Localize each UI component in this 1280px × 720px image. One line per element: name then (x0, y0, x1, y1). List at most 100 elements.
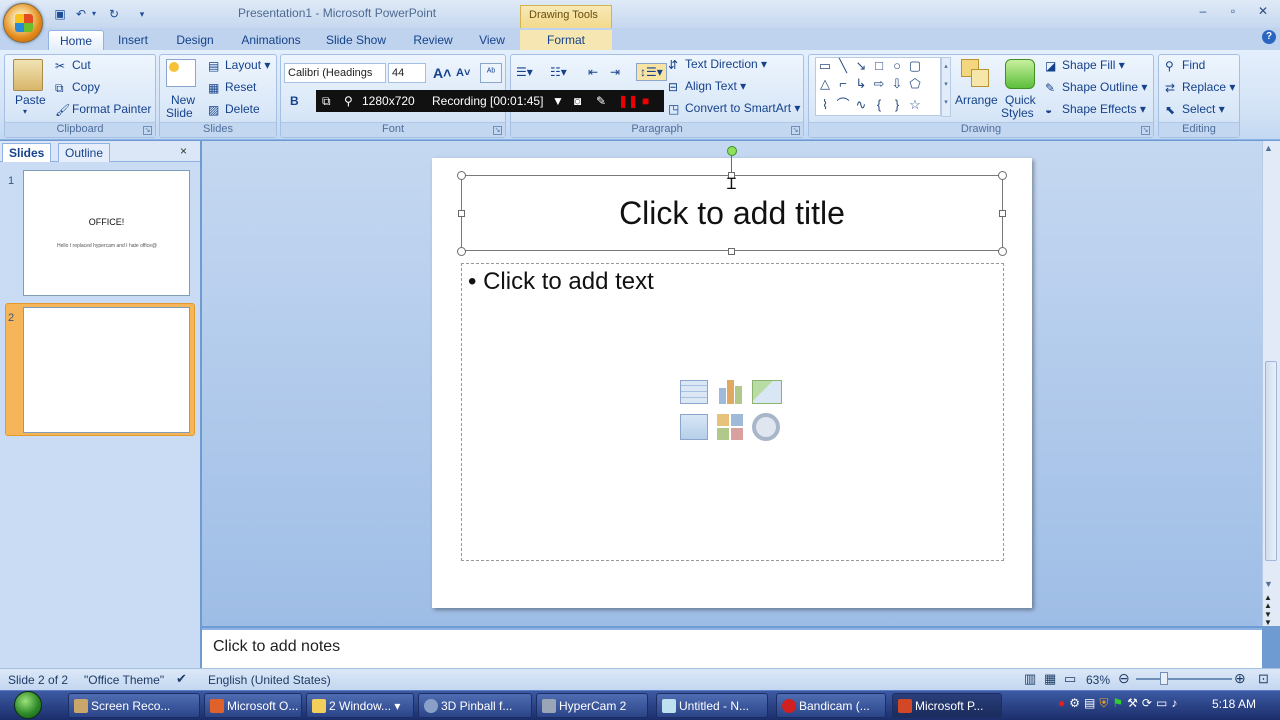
numbering-icon[interactable]: ☷▾ (550, 65, 567, 79)
left-brace-icon[interactable]: { (870, 97, 888, 115)
resize-handle-tl[interactable] (457, 171, 466, 180)
oval-shape-icon[interactable]: ○ (888, 58, 906, 76)
copy-button[interactable]: ⧉ Copy (55, 80, 100, 95)
camera-icon[interactable]: ◙ (574, 94, 581, 108)
clear-formatting-icon[interactable]: ᴬᵇ (480, 63, 502, 83)
font-size-box[interactable]: 44 (388, 63, 426, 83)
curve-connector-icon[interactable]: ⌇ (816, 97, 834, 115)
find-button[interactable]: ⚲ Find (1165, 58, 1205, 73)
redo-icon[interactable]: ↻ (106, 5, 122, 23)
tab-home[interactable]: Home (48, 30, 104, 50)
pause-icon[interactable]: ❚❚ (618, 94, 638, 108)
insert-smartart-icon[interactable] (752, 380, 782, 408)
arc-shape-icon[interactable]: ⌒ (834, 94, 852, 112)
taskbar-item-notepad[interactable]: Untitled - N... (656, 693, 768, 718)
tab-slides[interactable]: Slides (2, 143, 52, 162)
cut-button[interactable]: ✂ Cut (55, 58, 91, 73)
shapes-more-icon[interactable]: ▴ ▾ ▾ (941, 57, 951, 117)
insert-media-icon[interactable] (752, 413, 782, 441)
flag-tray-icon[interactable]: ⚑ (1112, 696, 1127, 710)
pencil-icon[interactable]: ✎ (596, 94, 606, 108)
zoom-level[interactable]: 63% (1086, 673, 1110, 687)
undo-dropdown-icon[interactable]: ▾ (89, 5, 99, 23)
volume-tray-icon[interactable]: ♪ (1171, 696, 1181, 710)
curve-shape-icon[interactable]: ∿ (852, 97, 870, 115)
language-status[interactable]: English (United States) (208, 673, 331, 687)
tab-format[interactable]: Format (520, 30, 612, 50)
fit-to-window-icon[interactable]: ⊡ (1258, 671, 1269, 687)
zoom-in-icon[interactable]: ⊕ (1234, 670, 1246, 687)
network-tray-icon[interactable]: ▤ (1084, 696, 1099, 710)
elbow-connector-icon[interactable]: ⌐ (834, 76, 852, 94)
taskbar-item-bandicam[interactable]: Bandicam (... (776, 693, 886, 718)
zoom-slider-track[interactable] (1136, 678, 1232, 680)
taskbar-item-windows-group[interactable]: 2 Window... ▾ (306, 693, 414, 718)
replace-button[interactable]: ⇄ Replace ▾ (1165, 80, 1235, 95)
new-slide-line1[interactable]: New (171, 93, 195, 107)
resize-handle-l[interactable] (458, 210, 465, 217)
minimize-button[interactable]: – (1192, 4, 1214, 20)
scroll-thumb[interactable] (1265, 361, 1277, 561)
close-button[interactable]: ✕ (1252, 4, 1274, 20)
sync-tray-icon[interactable]: ⟳ (1142, 696, 1156, 710)
text-direction-button[interactable]: ⇵ Text Direction ▾ (668, 57, 767, 72)
taskbar-item-microsoft-office[interactable]: Microsoft O... (204, 693, 302, 718)
spelling-icon[interactable]: ✔ (176, 671, 187, 687)
right-arrow-shape-icon[interactable]: ⇨ (870, 76, 888, 94)
undo-icon[interactable]: ↶ (73, 5, 89, 23)
font-launcher-icon[interactable]: ↘ (493, 126, 502, 135)
insert-picture-icon[interactable] (680, 414, 710, 442)
bold-icon[interactable]: B (290, 94, 299, 108)
bullets-icon[interactable]: ☰▾ (516, 65, 533, 79)
taskbar-item-screen-recorder[interactable]: Screen Reco... (68, 693, 200, 718)
shield-tray-icon[interactable]: ⛨ (1099, 696, 1112, 710)
shape-effects-button[interactable]: ◒ Shape Effects ▾ (1045, 102, 1146, 117)
align-text-button[interactable]: ⊟ Align Text ▾ (668, 79, 746, 94)
scroll-up-icon[interactable]: ▲ (1264, 143, 1273, 153)
next-slide-icon[interactable]: ▼ ▼ (1264, 611, 1272, 627)
convert-smartart-button[interactable]: ◳ Convert to SmartArt ▾ (668, 101, 800, 116)
elbow-arrow-icon[interactable]: ↳ (852, 76, 870, 94)
help-icon[interactable]: ? (1262, 30, 1276, 44)
rotation-handle[interactable] (727, 146, 737, 156)
right-brace-icon[interactable]: } (888, 97, 906, 115)
rectangle-shape-icon[interactable]: □ (870, 58, 888, 76)
drawing-launcher-icon[interactable]: ↘ (1141, 126, 1150, 135)
slide-show-view-icon[interactable]: ▭ (1064, 671, 1076, 687)
paragraph-launcher-icon[interactable]: ↘ (791, 126, 800, 135)
resize-handle-b[interactable] (728, 248, 735, 255)
taskbar-item-hypercam[interactable]: HyperCam 2 (536, 693, 648, 718)
triangle-shape-icon[interactable]: △ (816, 76, 834, 94)
freeform-shape-icon[interactable]: ⬠ (906, 76, 924, 94)
reset-button[interactable]: ▦ Reset (208, 80, 256, 95)
zoom-out-icon[interactable]: ⊖ (1118, 670, 1130, 687)
vertical-scrollbar[interactable]: ▲ ▼ ▲ ▲ ▼ ▼ (1262, 141, 1280, 627)
grow-font-icon[interactable]: A˄ (433, 65, 451, 81)
office-button[interactable] (3, 3, 43, 43)
clipboard-launcher-icon[interactable]: ↘ (143, 126, 152, 135)
delete-button[interactable]: ▨ Delete (208, 102, 260, 117)
insert-clipart-icon[interactable] (717, 414, 747, 442)
notes-pane[interactable]: Click to add notes (202, 628, 1262, 668)
save-icon[interactable]: ▣ (52, 5, 68, 23)
new-slide-line2[interactable]: Slide (166, 106, 193, 120)
window-mode-icon[interactable]: ⧉ (322, 94, 331, 109)
decrease-indent-icon[interactable]: ⇤ (588, 65, 598, 79)
zoom-slider-thumb[interactable] (1160, 672, 1168, 685)
slide-2-thumbnail[interactable] (23, 307, 190, 433)
resize-handle-tr[interactable] (998, 171, 1007, 180)
stop-icon[interactable]: ■ (642, 94, 649, 108)
font-name-box[interactable]: Calibri (Headings (284, 63, 386, 83)
resize-handle-br[interactable] (998, 247, 1007, 256)
taskbar-item-powerpoint[interactable]: Microsoft P... (892, 693, 1002, 718)
tab-outline[interactable]: Outline (58, 143, 111, 162)
tab-insert[interactable]: Insert (112, 30, 154, 50)
quick-styles-line2[interactable]: Styles (1001, 106, 1034, 120)
tab-view[interactable]: View (474, 30, 510, 50)
line-spacing-icon[interactable]: ↕☰▾ (636, 63, 667, 81)
insert-table-icon[interactable] (680, 380, 710, 408)
select-button[interactable]: ⬉ Select ▾ (1165, 102, 1225, 117)
scroll-down-icon[interactable]: ▼ (1264, 579, 1273, 589)
maximize-button[interactable]: ▫ (1222, 4, 1244, 20)
customize-qat-icon[interactable]: ▾ (136, 5, 148, 23)
